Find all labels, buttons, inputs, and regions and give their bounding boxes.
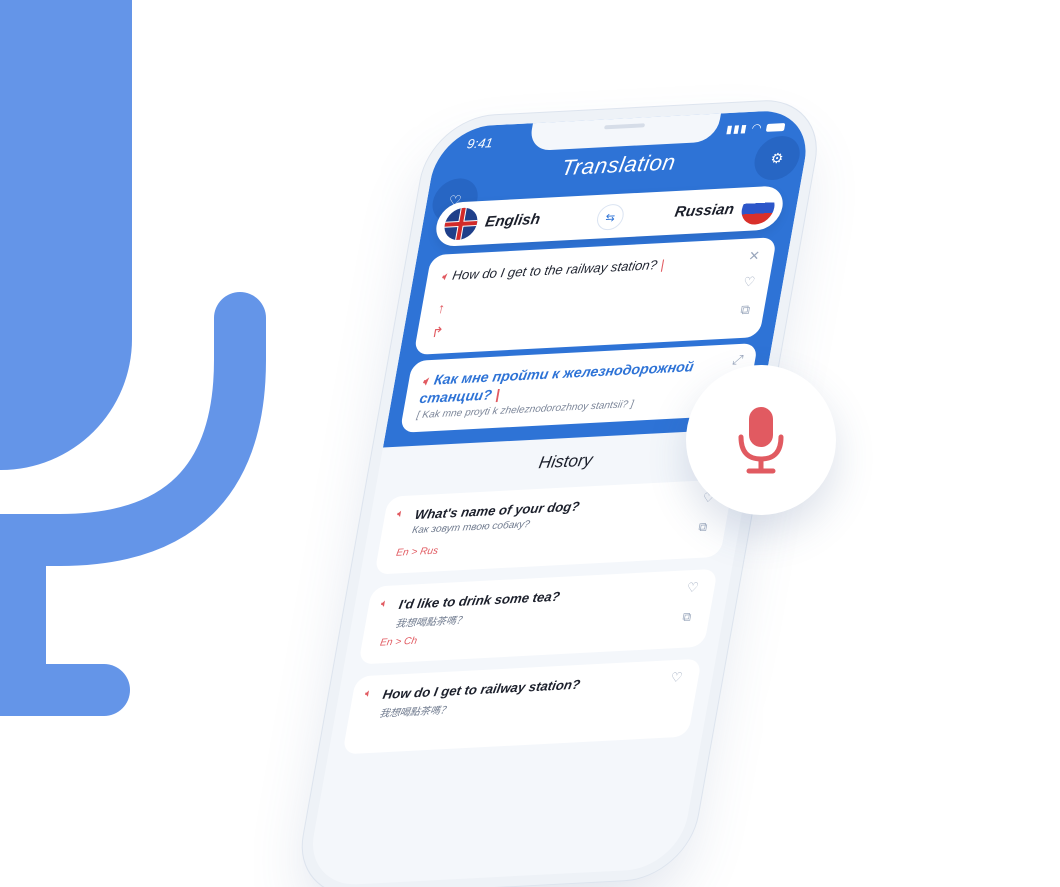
close-icon[interactable]: ✕ — [747, 248, 761, 265]
speaker-icon[interactable]: 🔈︎ — [380, 598, 389, 611]
input-text[interactable]: How do I get to the railway station? — [451, 257, 658, 283]
input-text-row[interactable]: 🔈︎ How do I get to the railway station? … — [440, 257, 665, 285]
heart-icon[interactable]: ♡ — [685, 580, 699, 597]
uk-flag-icon[interactable] — [441, 207, 480, 241]
language-selector: English ⇆ Russian — [432, 185, 787, 248]
source-language[interactable]: English — [484, 211, 542, 231]
history-translation: Как зовут твою собаку? — [411, 519, 531, 537]
history-translation: 我想喝點茶嗎？ — [378, 705, 452, 720]
speaker-icon[interactable]: 🔈︎ — [364, 688, 373, 701]
share-icon[interactable]: ↱ — [430, 324, 445, 342]
battery-icon — [765, 123, 786, 133]
output-text-row: 🔈︎ Как мне пройти к железнодорожной стан… — [418, 357, 715, 407]
arrow-up-icon[interactable]: ↑ — [436, 300, 446, 316]
history-translation: 我想喝點茶嗎？ — [394, 615, 468, 631]
heart-icon[interactable]: ♡ — [742, 274, 756, 291]
speaker-icon[interactable]: 🔈︎ — [422, 374, 432, 388]
input-card[interactable]: 🔈︎ How do I get to the railway station? … — [413, 237, 778, 355]
copy-icon[interactable]: ⧉ — [739, 302, 751, 318]
text-cursor: | — [659, 256, 666, 272]
output-text: Как мне пройти к железнодорожной станции… — [418, 358, 696, 407]
language-pair: En > Rus — [395, 545, 440, 559]
swap-icon: ⇆ — [604, 211, 616, 224]
expand-icon[interactable]: ⤢ — [731, 352, 744, 369]
history-item[interactable]: 🔈︎ What's name of your dog? Как зовут тв… — [374, 478, 734, 575]
signal-icon: ▮▮▮ — [725, 122, 749, 136]
speaker-icon[interactable]: 🔈︎ — [440, 269, 450, 283]
swap-languages-button[interactable]: ⇆ — [594, 203, 626, 231]
history-phrase: I'd like to drink some tea? — [397, 588, 562, 613]
speaker-icon[interactable]: 🔈︎ — [396, 508, 405, 521]
copy-icon[interactable]: ⧉ — [681, 610, 692, 625]
history-phrase: How do I get to railway station? — [381, 676, 582, 702]
microphone-icon — [738, 407, 784, 474]
heart-icon[interactable]: ♡ — [669, 669, 683, 686]
wifi-icon: ◠ — [750, 122, 764, 135]
russia-flag-icon[interactable] — [739, 191, 778, 226]
history-phrase: What's name of your dog? — [413, 498, 581, 523]
target-language[interactable]: Russian — [673, 201, 735, 221]
language-pair: En > Ch — [379, 635, 418, 649]
status-icons: ▮▮▮ ◠ — [725, 120, 786, 136]
text-cursor: | — [494, 386, 502, 403]
status-time: 9:41 — [465, 135, 495, 152]
history-item[interactable]: 🔈︎ I'd like to drink some tea? 我想喝點茶嗎？ E… — [358, 568, 718, 665]
microphone-button[interactable] — [686, 365, 836, 515]
history-item[interactable]: 🔈︎ How do I get to railway station? 我想喝點… — [342, 658, 702, 755]
copy-icon[interactable]: ⧉ — [697, 520, 708, 535]
